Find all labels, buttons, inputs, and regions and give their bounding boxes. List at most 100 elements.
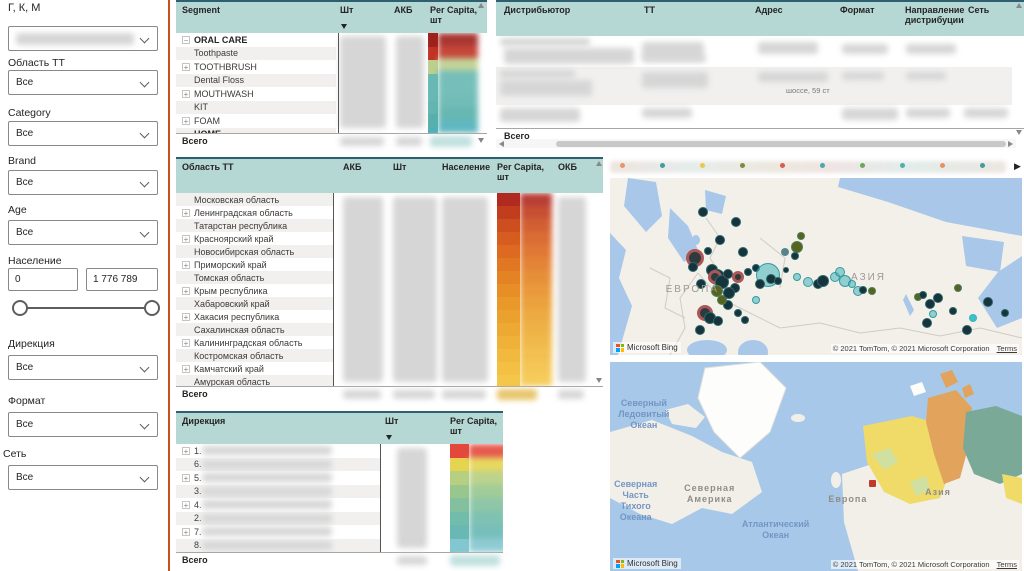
range-min-input[interactable]: 0 <box>8 268 78 291</box>
scroll-up-icon[interactable] <box>478 3 484 8</box>
table-row[interactable]: +1. <box>176 444 503 458</box>
data-point-bubble[interactable] <box>688 262 698 272</box>
data-point-bubble[interactable] <box>954 284 962 292</box>
column-header[interactable]: Сеть <box>968 5 989 15</box>
table-row[interactable]: +2. <box>176 512 503 526</box>
range-slider-handle-max[interactable] <box>144 300 160 316</box>
expand-icon[interactable]: + <box>182 90 190 98</box>
expand-icon[interactable]: + <box>182 528 190 536</box>
data-point-bubble[interactable] <box>695 325 705 335</box>
table-row[interactable]: +4. <box>176 498 503 512</box>
expand-icon[interactable]: + <box>182 474 190 482</box>
expand-icon[interactable]: + <box>182 117 190 125</box>
column-header[interactable]: Шт <box>340 5 353 15</box>
column-header[interactable]: Segment <box>182 5 220 15</box>
column-header[interactable]: Per Capita, шт <box>450 416 500 436</box>
sort-descending-icon[interactable] <box>341 24 347 29</box>
column-header[interactable]: Направление дистрибуции <box>905 5 967 25</box>
data-point-bubble[interactable] <box>859 286 867 294</box>
scroll-down-icon[interactable] <box>478 138 484 143</box>
data-point-bubble[interactable] <box>919 291 927 299</box>
filter-dropdown-top[interactable] <box>8 26 158 51</box>
vertical-scrollbar[interactable] <box>476 3 486 143</box>
scroll-up-icon[interactable] <box>1016 3 1022 8</box>
terms-link[interactable]: Terms <box>997 344 1017 353</box>
column-header[interactable]: Шт <box>393 162 406 172</box>
vertical-scrollbar[interactable] <box>594 161 604 383</box>
column-header[interactable]: Адрес <box>755 5 783 15</box>
column-header[interactable]: ОКБ <box>558 162 577 172</box>
column-header[interactable]: АКБ <box>394 5 412 15</box>
data-point-bubble[interactable] <box>922 318 932 328</box>
expand-icon[interactable]: + <box>182 365 190 373</box>
range-slider-handle-min[interactable] <box>12 300 28 316</box>
data-point-bubble[interactable] <box>774 277 782 285</box>
expand-icon[interactable]: + <box>182 235 190 243</box>
horizontal-scrollbar[interactable] <box>496 139 1016 148</box>
column-header[interactable]: Область ТТ <box>182 162 234 172</box>
data-point-bubble[interactable] <box>949 307 957 315</box>
table-row[interactable]: +8. <box>176 539 503 553</box>
data-point-bubble[interactable] <box>715 235 725 245</box>
expand-icon[interactable]: + <box>182 339 190 347</box>
data-point-bubble[interactable] <box>698 207 708 217</box>
data-point-bubble[interactable] <box>783 267 789 273</box>
total-row: Всего <box>176 386 603 402</box>
column-header[interactable]: Дирекция <box>182 416 225 426</box>
legend-next-icon[interactable]: ▶ <box>1014 161 1021 172</box>
terms-link[interactable]: Terms <box>997 560 1017 569</box>
filter-dropdown-Category[interactable]: Все <box>8 121 158 146</box>
table-row[interactable]: +5. <box>176 471 503 485</box>
filter-dropdown-Формат[interactable]: Все <box>8 412 158 437</box>
scrollbar-thumb[interactable] <box>556 141 1006 147</box>
expand-icon[interactable]: + <box>182 261 190 269</box>
bubble-map[interactable]: ЕВРОПААЗИЯ© 2021 TomTom, © 2021 Microsof… <box>610 178 1022 355</box>
per-capita-cell <box>497 219 520 232</box>
expand-icon[interactable]: + <box>182 63 190 71</box>
column-header[interactable]: Формат <box>840 5 875 15</box>
expand-icon[interactable]: + <box>182 447 190 455</box>
pane-divider[interactable] <box>168 0 170 571</box>
range-slider-track[interactable] <box>20 307 150 309</box>
scroll-down-icon[interactable] <box>596 378 602 383</box>
collapse-icon[interactable]: − <box>182 36 190 44</box>
data-point-bubble[interactable] <box>704 247 712 255</box>
column-header[interactable]: Шт <box>385 416 398 426</box>
data-point-bubble[interactable] <box>741 316 749 324</box>
filter-dropdown-Область ТТ[interactable]: Все <box>8 70 158 95</box>
table-row[interactable]: +7. <box>176 525 503 539</box>
column-header[interactable]: АКБ <box>343 162 361 172</box>
filter-dropdown-Age[interactable]: Все <box>8 220 158 245</box>
expand-icon[interactable]: + <box>182 313 190 321</box>
data-point-bubble[interactable] <box>983 297 993 307</box>
table-row[interactable]: +6. <box>176 458 503 472</box>
data-point-bubble[interactable] <box>1001 309 1009 317</box>
data-point-bubble[interactable] <box>817 275 829 287</box>
column-header[interactable]: ТТ <box>644 5 655 15</box>
column-header[interactable]: Население <box>442 162 490 172</box>
filter-dropdown-Brand[interactable]: Все <box>8 170 158 195</box>
data-point-bubble[interactable] <box>791 252 799 260</box>
data-point-bubble[interactable] <box>744 268 752 276</box>
scroll-right-icon[interactable] <box>1008 141 1013 147</box>
expand-icon[interactable]: + <box>182 287 190 295</box>
range-max-input[interactable]: 1 776 789 <box>86 268 158 291</box>
data-point-bubble[interactable] <box>969 314 977 322</box>
scroll-left-icon[interactable] <box>499 141 504 147</box>
filter-dropdown-Сеть[interactable]: Все <box>8 465 158 490</box>
column-header[interactable]: Per Capita, шт <box>497 162 547 182</box>
vertical-scrollbar[interactable] <box>1014 3 1024 135</box>
sort-descending-icon[interactable] <box>386 435 392 440</box>
scroll-down-icon[interactable] <box>1016 130 1022 135</box>
expand-icon[interactable]: + <box>182 209 190 217</box>
table-row[interactable]: +3. <box>176 485 503 499</box>
basemap <box>610 178 1022 355</box>
column-header[interactable]: Per Capita, шт <box>430 5 478 25</box>
filter-dropdown-Дирекция[interactable]: Все <box>8 355 158 380</box>
scroll-up-icon[interactable] <box>596 161 602 166</box>
data-point-bubble[interactable] <box>752 296 760 304</box>
expand-icon[interactable]: + <box>182 501 190 509</box>
data-point-bubble[interactable] <box>734 309 742 317</box>
column-header[interactable]: Дистрибьютор <box>504 5 570 15</box>
choropleth-map[interactable]: Северный Ледовитый ОкеанСеверная Америка… <box>610 362 1022 571</box>
